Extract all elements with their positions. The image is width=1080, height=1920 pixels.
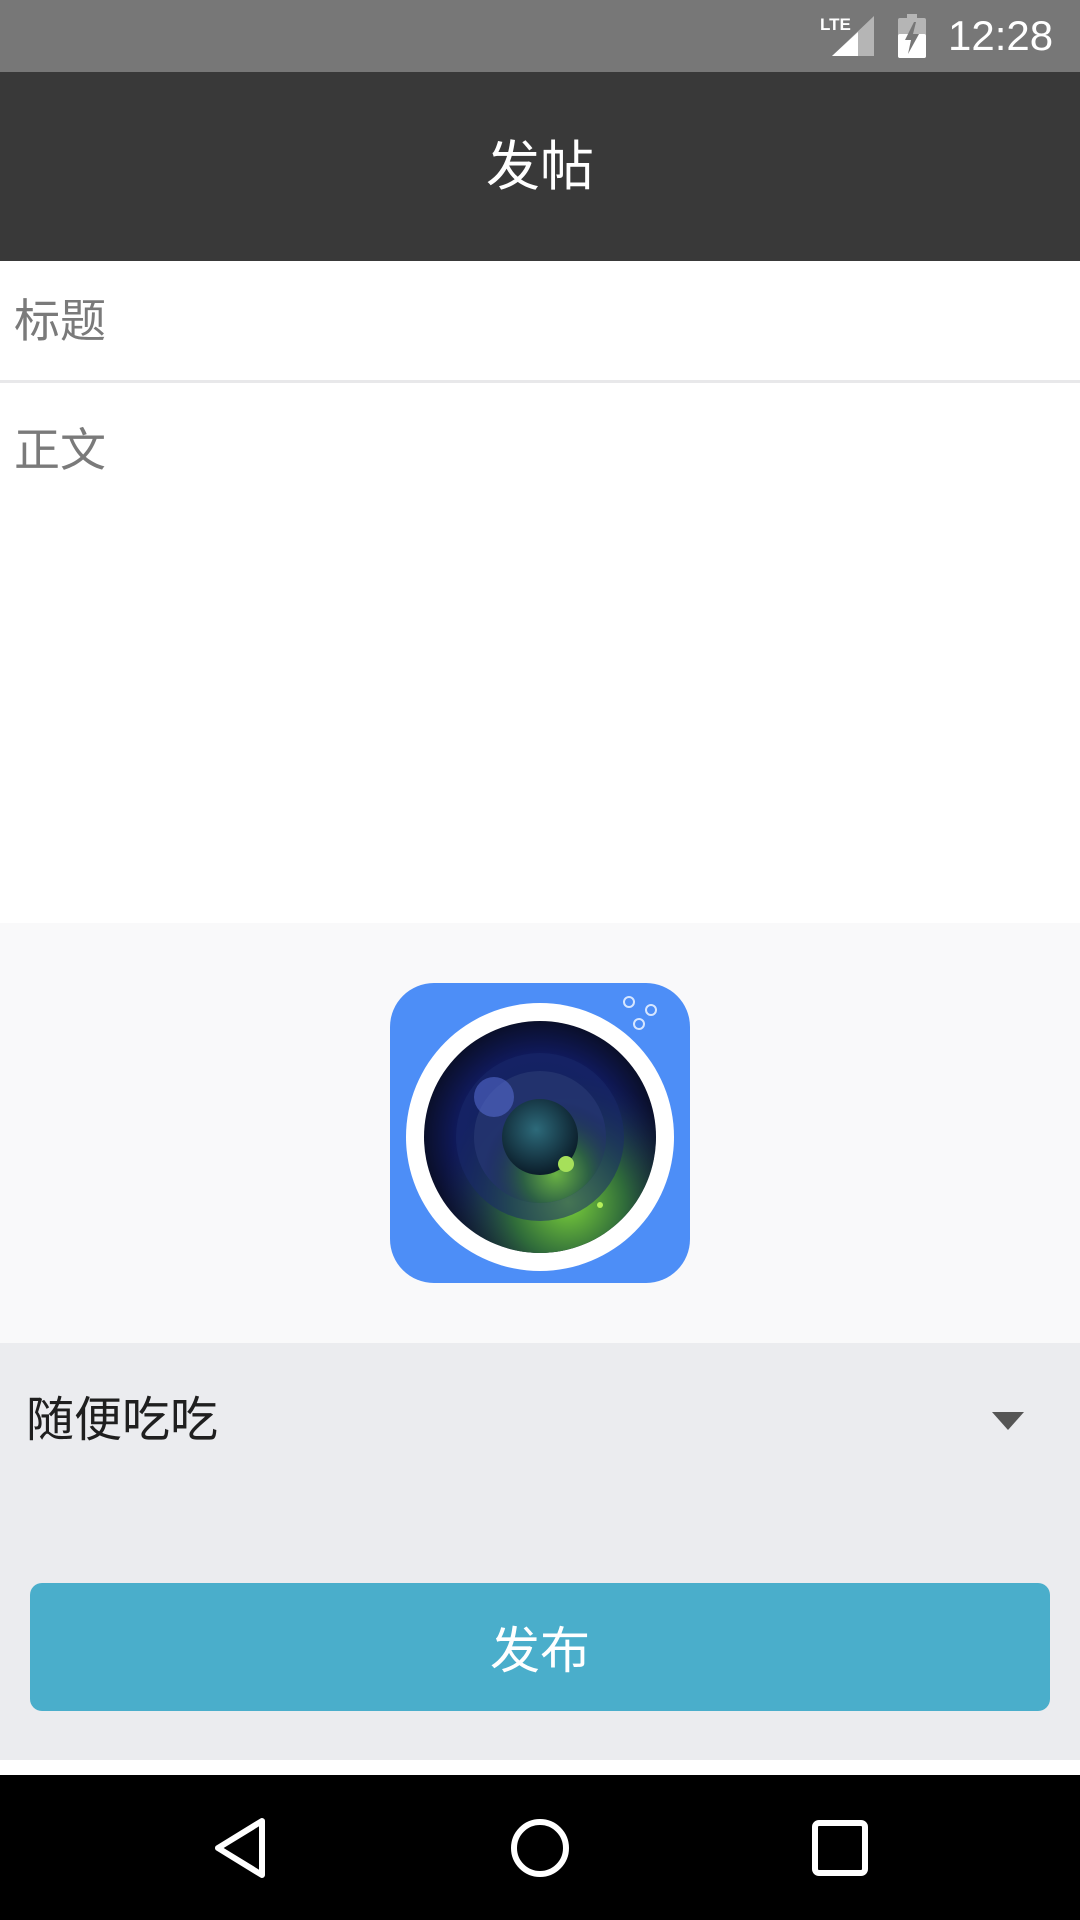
lte-signal-icon: LTE xyxy=(820,15,874,56)
add-image-button[interactable] xyxy=(390,983,690,1283)
battery-charging-icon xyxy=(898,14,926,58)
lte-label: LTE xyxy=(820,15,851,34)
back-triangle-icon[interactable] xyxy=(208,1815,274,1881)
title-input[interactable] xyxy=(0,261,1080,380)
publish-button[interactable]: 发布 xyxy=(30,1583,1050,1711)
body-input[interactable] xyxy=(0,383,1080,923)
status-bar: LTE 12:28 xyxy=(0,0,1080,72)
category-selected-label: 随便吃吃 xyxy=(26,1392,219,1448)
page-title: 发帖 xyxy=(486,135,594,198)
dropdown-arrow-icon[interactable] xyxy=(992,1412,1024,1430)
app-bar: 发帖 xyxy=(0,72,1080,261)
camera-lens-icon xyxy=(390,983,690,1283)
bottom-separator xyxy=(0,1760,1080,1775)
status-time: 12:28 xyxy=(948,12,1054,59)
home-circle-icon[interactable] xyxy=(507,1815,573,1881)
recents-square-icon[interactable] xyxy=(807,1815,873,1881)
